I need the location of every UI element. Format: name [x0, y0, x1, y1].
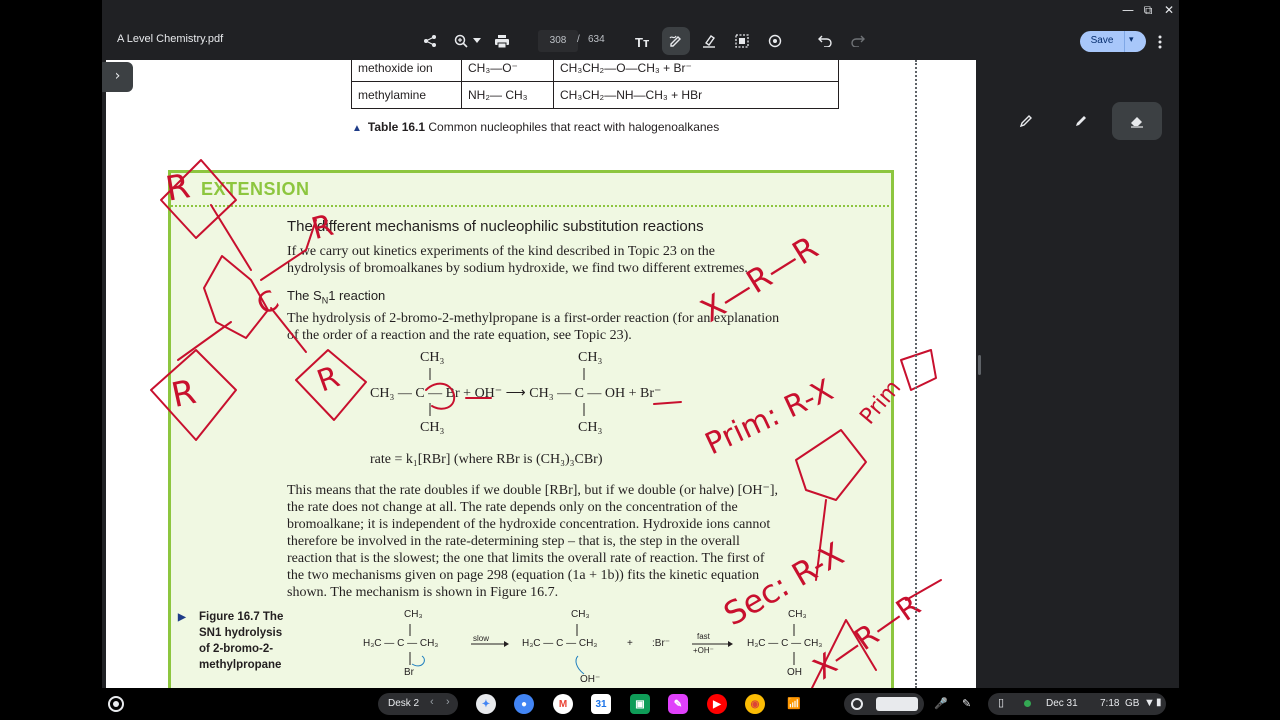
window-titlebar: — ⧉ ✕ — [102, 0, 1179, 22]
highlighter-icon[interactable] — [698, 30, 720, 52]
phone-hub-icon[interactable]: ▯ — [998, 696, 1004, 709]
svg-text:Tт: Tт — [635, 35, 649, 48]
pdf-page: methoxide ion CH₃—O⁻ CH₃CH₂—O—CH₃ + Br⁻ … — [106, 60, 976, 688]
youtube-icon[interactable]: ▶ — [707, 694, 727, 714]
save-button-divider — [1124, 31, 1125, 52]
stylus-icon[interactable]: ✎ — [962, 697, 971, 710]
share-icon[interactable] — [419, 30, 441, 52]
page-separator: / — [577, 34, 580, 45]
sidebar-toggle-chevron-icon[interactable]: › — [102, 62, 133, 92]
eraser-icon[interactable] — [1112, 102, 1162, 140]
pdf-toolbar: A Level Chemistry.pdf 308 / 634 Tт Save … — [102, 22, 1179, 60]
desk-label: Desk 2 — [388, 698, 420, 709]
save-button[interactable]: Save ▾ — [1080, 31, 1146, 52]
microphone-icon[interactable]: 🎤 — [934, 697, 948, 710]
page-total: 634 — [588, 34, 605, 45]
date-label: Dec 31 — [1046, 698, 1078, 709]
canvas-icon[interactable]: ✎ — [668, 694, 688, 714]
save-button-label: Save — [1090, 35, 1114, 46]
wifi-icon: ▼ — [1144, 697, 1155, 709]
status-tray[interactable]: ▯ Dec 31 7:18 GB ▼ ▮ — [988, 693, 1166, 715]
chevron-left-icon[interactable]: ‹ — [430, 696, 434, 708]
more-options-icon[interactable] — [1158, 34, 1170, 50]
rotate-icon[interactable] — [764, 30, 786, 52]
cast-icon[interactable]: 📶 — [787, 697, 801, 710]
redo-icon[interactable] — [847, 30, 869, 52]
shelf: Desk 2 ‹ › ✦ ● M 31 ▣ ✎ ▶ ◉ 📶 🎤 ✎ ▯ Dec … — [0, 688, 1280, 720]
screen: — ⧉ ✕ A Level Chemistry.pdf 308 / 634 Tт — [0, 0, 1280, 720]
calendar-icon[interactable]: 31 — [591, 694, 611, 714]
save-options-chevron-icon[interactable]: ▾ — [1129, 34, 1134, 45]
minimize-icon[interactable]: — — [1120, 3, 1136, 17]
capture-tray[interactable] — [844, 693, 924, 715]
classroom-icon[interactable]: ▣ — [630, 694, 650, 714]
chevron-right-icon[interactable]: › — [446, 696, 450, 708]
handwritten-annotations — [150, 159, 942, 688]
desk-switcher[interactable]: Desk 2 ‹ › — [378, 693, 458, 715]
select-area-icon[interactable] — [731, 30, 753, 52]
record-icon[interactable] — [851, 698, 863, 710]
account-icon[interactable]: ● — [514, 694, 534, 714]
chevron-down-icon[interactable] — [466, 30, 488, 52]
maximize-icon[interactable]: ⧉ — [1140, 3, 1156, 18]
pen-icon[interactable] — [1006, 102, 1046, 140]
screenshot-thumbnail[interactable] — [876, 697, 918, 711]
close-icon[interactable]: ✕ — [1161, 3, 1177, 17]
annotate-icon[interactable] — [662, 27, 690, 55]
scrollbar-thumb[interactable] — [978, 355, 981, 375]
page-number-input[interactable]: 308 — [538, 30, 578, 52]
battery-icon: ▮ — [1156, 697, 1162, 708]
chrome-icon[interactable]: ◉ — [745, 694, 765, 714]
gemini-icon[interactable]: ✦ — [476, 694, 496, 714]
text-icon[interactable]: Tт — [632, 30, 654, 52]
page-edge-guide — [915, 60, 917, 688]
launcher-icon[interactable] — [108, 696, 124, 712]
annotation-tool-panel — [982, 60, 1179, 688]
time-label: 7:18 — [1100, 698, 1120, 709]
status-dot-icon — [1024, 700, 1031, 707]
gmail-icon[interactable]: M — [553, 694, 573, 714]
marker-icon[interactable] — [1061, 102, 1101, 140]
file-name: A Level Chemistry.pdf — [117, 33, 224, 45]
gb-label: GB — [1125, 698, 1140, 709]
pdf-viewer-window: — ⧉ ✕ A Level Chemistry.pdf 308 / 634 Tт — [102, 0, 1179, 688]
print-icon[interactable] — [491, 30, 513, 52]
undo-icon[interactable] — [814, 30, 836, 52]
